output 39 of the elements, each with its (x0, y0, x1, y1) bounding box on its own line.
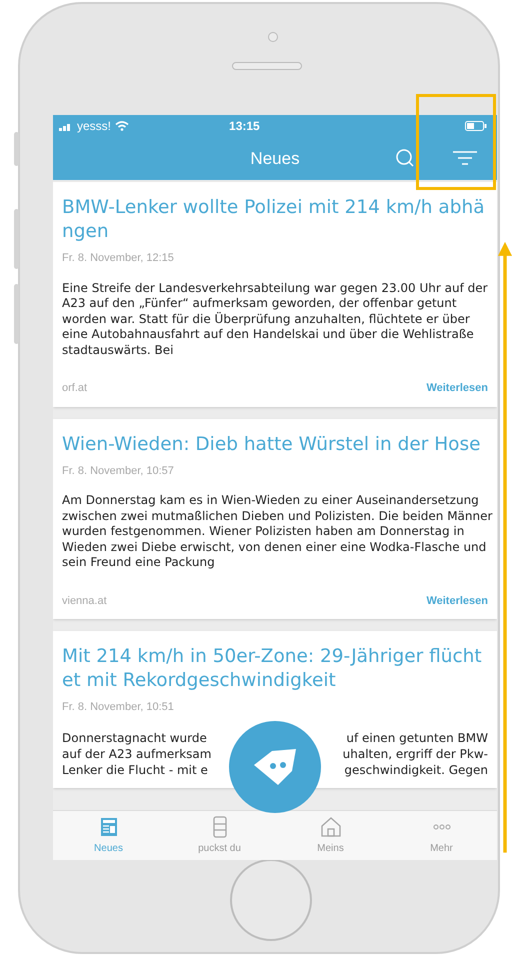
read-more-link[interactable]: Weiterlesen (426, 380, 488, 396)
filter-button[interactable] (453, 149, 479, 167)
article-source: vienna.at (62, 594, 107, 608)
article-excerpt: uf einen getunten BMW (346, 730, 488, 746)
article-title[interactable]: BMW-Lenker wollte Polizei mit 214 km/h abhängen (62, 196, 486, 244)
screen-title: Neues (250, 148, 300, 170)
article-excerpt: Donnerstagnacht wurde (62, 730, 207, 746)
article-excerpt: Lenker die Flucht - mit e (62, 762, 208, 778)
speaker-grille (232, 62, 302, 70)
tab-button[interactable]: Mehr (386, 811, 497, 860)
wifi-icon (115, 121, 130, 131)
article-date: Fr. 8. November, 12:15 (62, 251, 175, 266)
article-title[interactable]: Wien-Wieden: Dieb hatte Würstel in der Hose (62, 432, 486, 456)
tag-icon (252, 747, 298, 787)
carrier-name: yesss! (77, 118, 112, 135)
article-excerpt: uhalten, ergriff der Pkw- (342, 746, 488, 762)
article-date: Fr. 8. November, 10:57 (62, 464, 175, 478)
status-time: 13:15 (229, 118, 260, 135)
tab-button[interactable]: Meins (275, 811, 386, 860)
read-more-link[interactable]: Weiterlesen (426, 592, 488, 609)
article-source: orf.at (62, 381, 88, 396)
news-card[interactable] (53, 631, 497, 788)
article-date: Fr. 8. November, 10:51 (62, 700, 175, 715)
news-card[interactable] (53, 418, 497, 619)
article-title[interactable]: Mit 214 km/h in 50er-Zone: 29-Jähriger flüchtet mit Rekordgeschwindigkeit (62, 645, 486, 693)
article-excerpt: Am Donnerstag kam es in Wien-Wieden zu einer Auseinandersetzung zwischen zwei mutmaßlichen Dieben und Polizisten. Die beiden Männer wurden festgenommen. Wiener Polizisten haben am Donnerstag in Wieden zwei Diebe erwischt, von denen einer eine Wodka-Flasche und sein Freund eine Packung (62, 493, 494, 570)
house-icon (320, 816, 342, 838)
article-excerpt: Eine Streife der Landesverkehrsabteilung war gegen 23.00 Uhr auf der A23 auf den „Fünfer“ aufmerksam geworden, der offenbar getunt worden war. Statt für die Überprüfung anzuhalten, flüchtete er über eine Autobahnausfahrt auf den Handelskai und über die Wehlistraße stadtauswärts. Bei (62, 280, 489, 358)
article-excerpt: auf der A23 aufmerksam (62, 746, 212, 762)
tab-button[interactable]: Neues (53, 811, 164, 860)
tab-button[interactable]: puckst du (164, 811, 275, 860)
news-card[interactable] (53, 182, 497, 406)
more-icon (432, 824, 450, 830)
signal-icon (59, 122, 73, 130)
filter-icon (453, 151, 477, 165)
search-icon (395, 148, 415, 168)
article-excerpt: geschwindigkeit. Gegen (344, 762, 488, 778)
camera-icon (268, 32, 278, 42)
battery-icon (465, 121, 487, 131)
